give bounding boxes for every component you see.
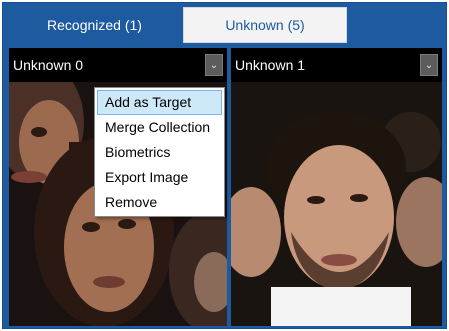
tab-recognized-label: Recognized (1)	[47, 17, 142, 33]
menu-item-biometrics[interactable]: Biometrics	[97, 140, 222, 165]
menu-item-export-image[interactable]: Export Image	[97, 165, 222, 190]
chevron-down-icon: ⌄	[424, 59, 434, 71]
panel-header: Unknown 0 ⌄	[9, 48, 227, 82]
tab-recognized[interactable]: Recognized (1)	[7, 7, 182, 43]
menu-item-add-as-target[interactable]: Add as Target	[97, 90, 222, 115]
face-thumbnail[interactable]	[231, 82, 442, 326]
tab-unknown-label: Unknown (5)	[225, 17, 305, 33]
panel-title: Unknown 1	[235, 57, 306, 73]
tab-underline	[7, 43, 442, 45]
face-collection-window: Recognized (1) Unknown (5) Unknown 0 ⌄ U…	[2, 2, 447, 329]
tab-bar: Recognized (1) Unknown (5)	[3, 3, 446, 43]
face-image	[231, 82, 442, 326]
chevron-down-icon: ⌄	[209, 59, 219, 71]
panel-title: Unknown 0	[13, 57, 84, 73]
panel-dropdown-button[interactable]: ⌄	[420, 54, 438, 76]
menu-item-remove[interactable]: Remove	[97, 190, 222, 215]
face-panel-unknown-1[interactable]: Unknown 1 ⌄	[231, 48, 442, 326]
panel-header: Unknown 1 ⌄	[231, 48, 442, 82]
context-menu: Add as Target Merge Collection Biometric…	[94, 87, 225, 217]
panel-dropdown-button[interactable]: ⌄	[205, 54, 223, 76]
menu-item-merge-collection[interactable]: Merge Collection	[97, 115, 222, 140]
tab-unknown[interactable]: Unknown (5)	[183, 7, 347, 43]
